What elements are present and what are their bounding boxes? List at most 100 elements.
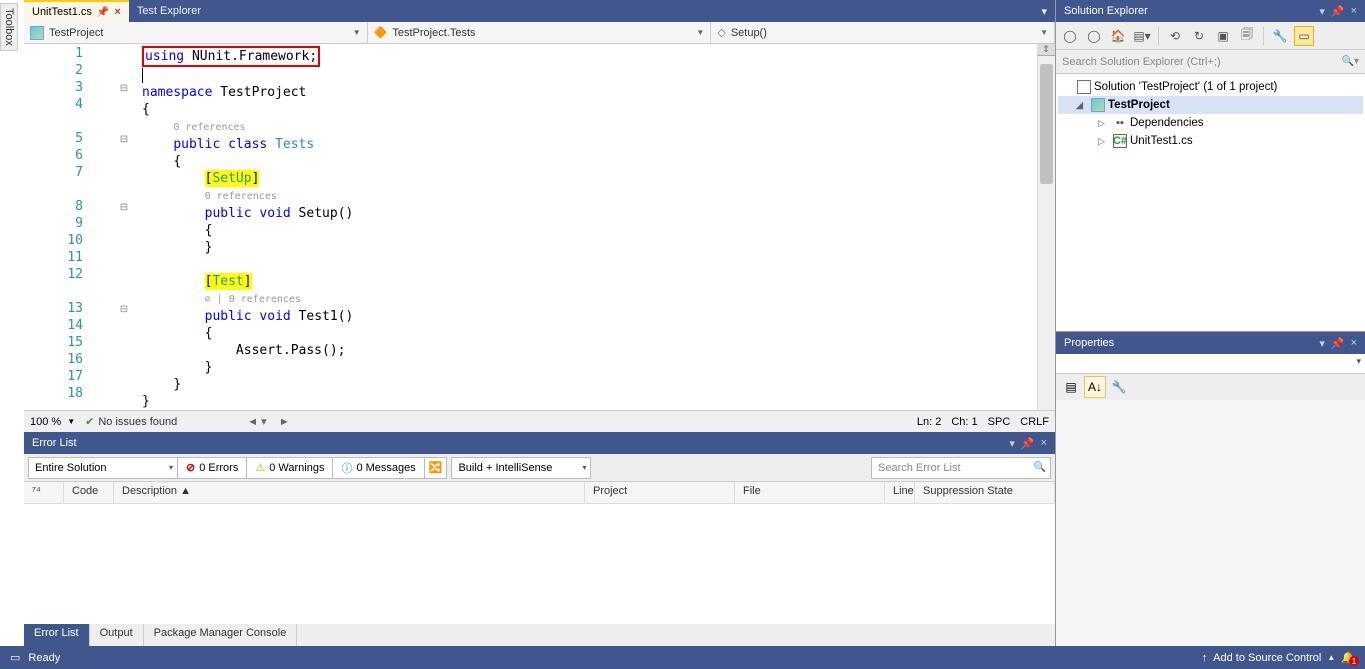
expand-icon[interactable]: ▷: [1098, 118, 1110, 129]
csproj-icon: [30, 26, 44, 40]
crumb-class[interactable]: 🔶 TestProject.Tests ▼: [368, 22, 712, 43]
expand-icon[interactable]: ▷: [1098, 136, 1110, 147]
alphabetical-icon[interactable]: A↓: [1084, 376, 1106, 398]
close-icon[interactable]: ×: [1041, 437, 1047, 450]
solution-icon: [1077, 80, 1091, 94]
chevron-up-icon[interactable]: ▲: [1327, 653, 1335, 662]
wrench-icon[interactable]: 🔧: [1108, 376, 1130, 398]
back-icon[interactable]: ◯: [1060, 26, 1080, 46]
chevron-down-icon: ▼: [696, 28, 704, 37]
scope-dropdown[interactable]: Entire Solution: [28, 457, 178, 479]
props-object-dropdown[interactable]: [1056, 354, 1365, 374]
solex-search[interactable]: Search Solution Explorer (Ctrl+;): [1056, 50, 1365, 74]
tab-dropdown[interactable]: ▾: [1033, 0, 1055, 22]
spaces-indicator[interactable]: SPC: [988, 416, 1011, 428]
dropdown-icon[interactable]: ▾: [1319, 5, 1325, 18]
cs-file-icon: C#: [1113, 134, 1127, 148]
toolbox-tab[interactable]: Toolbox: [0, 3, 18, 51]
refresh-icon[interactable]: ↻: [1189, 26, 1209, 46]
props-toolbar: ▤ A↓ 🔧: [1056, 374, 1365, 400]
sync-icon[interactable]: ⟲: [1165, 26, 1185, 46]
fold-column[interactable]: ⊟ ⊟⊟ ⊟: [114, 46, 134, 318]
tab-label: UnitTest1.cs: [32, 6, 92, 18]
pin-icon[interactable]: 📌: [97, 7, 109, 18]
crumb-method[interactable]: ◇ Setup() ▼: [711, 22, 1055, 43]
close-icon[interactable]: ×: [114, 6, 120, 18]
collapse-icon[interactable]: ▣: [1213, 26, 1233, 46]
line-ending-indicator[interactable]: CRLF: [1020, 416, 1049, 428]
document-tabs: UnitTest1.cs 📌 × Test Explorer ▾: [24, 0, 1055, 22]
error-list-header[interactable]: Error List ▾📌×: [24, 432, 1055, 454]
col-description[interactable]: Description ▲: [114, 482, 585, 503]
pin-icon[interactable]: 📌: [1021, 437, 1035, 450]
class-icon: 🔶: [374, 26, 388, 39]
csproj-icon: [1091, 98, 1105, 112]
tab-output[interactable]: Output: [90, 624, 144, 646]
editor-status-bar: 100 %▼ ✔ No issues found ◄ ▾ ► Ln: 2 Ch:…: [24, 410, 1055, 432]
col-suppression[interactable]: Suppression State: [915, 482, 1055, 503]
scrollbar-thumb[interactable]: [1040, 64, 1053, 184]
solution-tree[interactable]: Solution 'TestProject' (1 of 1 project) …: [1056, 74, 1365, 331]
status-ready: Ready: [28, 652, 60, 664]
crumb-project[interactable]: TestProject ▼: [24, 22, 368, 43]
code-editor[interactable]: 123 456 789 101112 131415 161718 ⊟ ⊟⊟ ⊟ …: [24, 44, 1055, 410]
pin-icon[interactable]: 📌: [1331, 337, 1345, 350]
chevron-down-icon: ▼: [353, 28, 361, 37]
notifications-icon[interactable]: 🔔1: [1341, 651, 1355, 664]
close-icon[interactable]: ×: [1351, 337, 1357, 350]
col-line[interactable]: Line: [885, 482, 915, 503]
pin-icon[interactable]: 📌: [1331, 5, 1345, 18]
vertical-scrollbar[interactable]: ⇕: [1037, 44, 1055, 410]
props-grid: [1056, 400, 1365, 646]
breadcrumb-bar: TestProject ▼ 🔶 TestProject.Tests ▼ ◇ Se…: [24, 22, 1055, 44]
zoom-control[interactable]: 100 %▼: [30, 416, 75, 428]
dependencies-icon: ▪▪: [1113, 116, 1127, 130]
col-code[interactable]: Code: [64, 482, 114, 503]
tab-pmc[interactable]: Package Manager Console: [144, 624, 298, 646]
warnings-filter[interactable]: ⚠0 Warnings: [246, 457, 333, 479]
filter-button[interactable]: 🔀: [424, 457, 448, 479]
solex-toolbar: ◯ ◯ 🏠 ▤▾ ⟲ ↻ ▣ 🗐 🔧 ▭: [1056, 22, 1365, 50]
error-list-toolbar: Entire Solution ⊘0 Errors ⚠0 Warnings ⓘ0…: [24, 454, 1055, 482]
dropdown-icon[interactable]: ▾: [1009, 437, 1015, 450]
expand-icon[interactable]: ◢: [1076, 100, 1088, 111]
properties-icon[interactable]: 🔧: [1270, 26, 1290, 46]
close-icon[interactable]: ×: [1351, 5, 1357, 18]
code-content[interactable]: using NUnit.Framework; namespace TestPro…: [114, 44, 1037, 410]
messages-filter[interactable]: ⓘ0 Messages: [332, 457, 424, 479]
forward-icon[interactable]: ◯: [1084, 26, 1104, 46]
file-node[interactable]: ▷ C# UnitTest1.cs: [1058, 132, 1363, 150]
errors-filter[interactable]: ⊘0 Errors: [177, 457, 247, 479]
categorized-icon[interactable]: ▤: [1060, 376, 1082, 398]
publish-icon[interactable]: ↑: [1202, 652, 1208, 664]
error-search[interactable]: Search Error List: [871, 457, 1051, 479]
properties-header[interactable]: Properties ▾📌×: [1056, 332, 1365, 354]
source-control-button[interactable]: Add to Source Control: [1213, 652, 1321, 664]
preview-icon[interactable]: ▭: [1294, 26, 1314, 46]
project-node[interactable]: ◢ TestProject: [1058, 96, 1363, 114]
tab-test-explorer[interactable]: Test Explorer: [129, 0, 209, 22]
dependencies-node[interactable]: ▷ ▪▪ Dependencies: [1058, 114, 1363, 132]
home-icon[interactable]: 🏠: [1108, 26, 1128, 46]
col-file[interactable]: File: [735, 482, 885, 503]
switch-view-icon[interactable]: ▤▾: [1132, 26, 1152, 46]
error-columns[interactable]: ⁷⁴ Code Description ▲ Project File Line …: [24, 482, 1055, 504]
dropdown-icon[interactable]: ▾: [1319, 337, 1325, 350]
tab-error-list[interactable]: Error List: [24, 624, 90, 646]
build-dropdown[interactable]: Build + IntelliSense: [451, 457, 591, 479]
nav-buttons[interactable]: ◄ ▾ ►: [247, 415, 290, 428]
health-indicator[interactable]: ✔ No issues found: [85, 415, 177, 428]
line-indicator: Ln: 2: [917, 416, 941, 428]
chevron-down-icon: ▼: [1040, 28, 1048, 37]
char-indicator: Ch: 1: [951, 416, 977, 428]
error-list-body: [24, 504, 1055, 624]
show-all-icon[interactable]: 🗐: [1237, 26, 1257, 46]
bottom-tabs: Error List Output Package Manager Consol…: [24, 624, 1055, 646]
tab-unittest1[interactable]: UnitTest1.cs 📌 ×: [24, 0, 129, 22]
split-icon[interactable]: ⇕: [1037, 44, 1055, 56]
col-icon[interactable]: ⁷⁴: [24, 482, 64, 503]
window-chrome-icon[interactable]: ▭: [10, 651, 20, 664]
solution-node[interactable]: Solution 'TestProject' (1 of 1 project): [1058, 78, 1363, 96]
solution-explorer-header[interactable]: Solution Explorer ▾📌×: [1056, 0, 1365, 22]
col-project[interactable]: Project: [585, 482, 735, 503]
